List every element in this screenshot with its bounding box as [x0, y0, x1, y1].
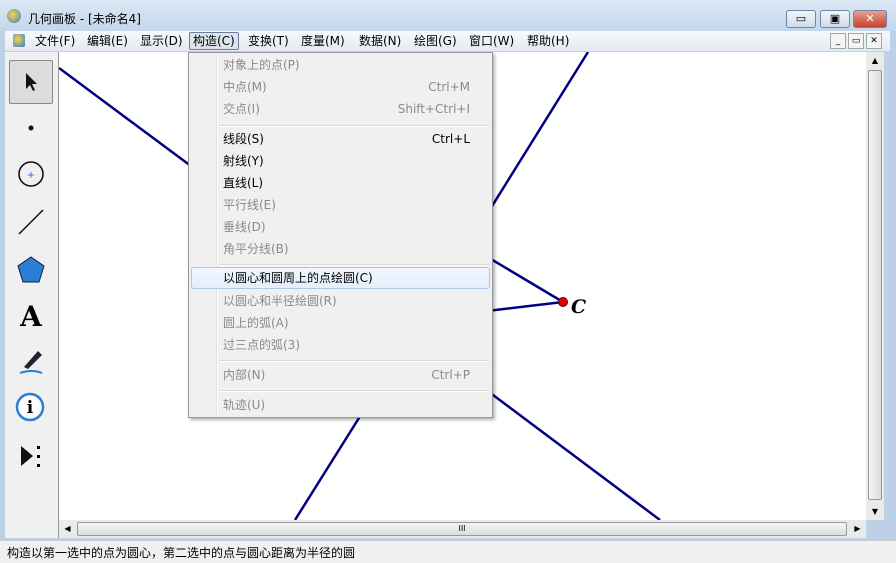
menu-item-arc-on-circle[interactable]: 圆上的弧(A) — [191, 312, 490, 334]
menu-item-perpendicular-line[interactable]: 垂线(D) — [191, 216, 490, 238]
text-tool[interactable]: A — [9, 294, 53, 338]
straightedge-tool[interactable] — [9, 200, 53, 244]
menu-item-parallel-line[interactable]: 平行线(E) — [191, 194, 490, 216]
menu-item-line[interactable]: 直线(L) — [191, 172, 490, 194]
vertical-scroll-thumb[interactable] — [868, 70, 882, 500]
menu-edit[interactable]: 编辑(E) — [84, 32, 131, 50]
menu-item-arc-through-3-points[interactable]: 过三点的弧(3) — [191, 334, 490, 356]
line-2[interactable] — [477, 52, 590, 228]
menu-construct[interactable]: 构造(C) — [189, 32, 239, 50]
close-button[interactable]: ✕ — [853, 10, 887, 28]
line-4[interactable] — [293, 401, 371, 520]
menu-item-interior[interactable]: 内部(N) Ctrl+P — [191, 364, 490, 386]
scroll-down-button[interactable]: ▼ — [866, 503, 884, 520]
scroll-left-button[interactable]: ◀ — [59, 520, 76, 538]
custom-tool[interactable] — [9, 434, 53, 478]
vertical-scrollbar[interactable]: ▲ ▼ — [866, 52, 884, 520]
menu-item-ray[interactable]: 射线(Y) — [191, 150, 490, 172]
menu-transform[interactable]: 变换(T) — [245, 32, 292, 50]
doc-minimize-button[interactable]: _ — [830, 33, 846, 49]
doc-close-button[interactable]: ✕ — [866, 33, 882, 49]
line-3[interactable] — [488, 390, 661, 520]
menu-item-midpoint[interactable]: 中点(M) Ctrl+M — [191, 76, 490, 98]
information-tool[interactable]: i — [9, 386, 53, 430]
arrow-icon — [26, 73, 37, 91]
title-bar: 几何画板 - [未命名4] ▭ ▣ ✕ — [0, 0, 896, 31]
line-1[interactable] — [59, 66, 200, 174]
horizontal-scroll-thumb[interactable]: III — [77, 522, 847, 536]
menu-bar: 文件(F) 编辑(E) 显示(D) 构造(C) 变换(T) 度量(M) 数据(N… — [5, 31, 890, 51]
menu-display[interactable]: 显示(D) — [137, 32, 186, 50]
construct-menu: 对象上的点(P) 中点(M) Ctrl+M 交点(I) Shift+Ctrl+I 线… — [188, 52, 493, 418]
segment-icon — [18, 209, 44, 235]
compass-tool[interactable]: + — [9, 152, 53, 196]
menu-data[interactable]: 数据(N) — [356, 32, 404, 50]
svg-text:i: i — [27, 398, 34, 418]
tool-panel: + A i — [5, 52, 59, 538]
polygon-tool[interactable] — [9, 248, 53, 292]
menu-item-circle-by-center-radius[interactable]: 以圆心和半径绘圆(R) — [191, 290, 490, 312]
scroll-up-button[interactable]: ▲ — [866, 52, 884, 69]
menu-graph[interactable]: 绘图(G) — [411, 32, 460, 50]
doc-restore-button[interactable]: ▭ — [848, 33, 864, 49]
maximize-button[interactable]: ▣ — [820, 10, 850, 28]
menu-item-point-on-object[interactable]: 对象上的点(P) — [191, 54, 490, 76]
info-icon: i — [15, 392, 45, 422]
menu-item-angle-bisector[interactable]: 角平分线(B) — [191, 238, 490, 260]
polygon-icon — [17, 256, 45, 283]
document-icon — [13, 34, 25, 47]
app-icon — [7, 9, 21, 23]
marker-tool[interactable] — [9, 340, 53, 384]
menu-item-intersection[interactable]: 交点(I) Shift+Ctrl+I — [191, 98, 490, 120]
status-bar: 构造以第一选中的点为圆心，第二选中的点与圆心距离为半径的圆 — [0, 540, 896, 563]
text-icon: A — [20, 299, 42, 333]
arrow-tool[interactable] — [9, 60, 53, 104]
horizontal-scrollbar[interactable]: ◀ III ▶ — [59, 520, 866, 538]
svg-text:+: + — [27, 170, 35, 181]
play-custom-icon — [21, 446, 40, 467]
menu-file[interactable]: 文件(F) — [32, 32, 78, 50]
point-tool[interactable] — [9, 106, 53, 150]
menu-item-circle-by-center-point[interactable]: 以圆心和圆周上的点绘圆(C) — [191, 267, 490, 289]
menu-item-segment[interactable]: 线段(S) Ctrl+L — [191, 128, 490, 150]
point-c[interactable] — [558, 297, 568, 307]
circle-icon: + — [18, 161, 44, 187]
menu-help[interactable]: 帮助(H) — [524, 32, 572, 50]
marker-icon — [19, 351, 43, 374]
scroll-right-button[interactable]: ▶ — [849, 520, 866, 538]
menu-measure[interactable]: 度量(M) — [298, 32, 348, 50]
window-title: 几何画板 - [未命名4] — [28, 12, 141, 26]
point-c-label: C — [571, 296, 587, 318]
minimize-button[interactable]: ▭ — [786, 10, 816, 28]
point-icon — [28, 125, 34, 131]
menu-item-locus[interactable]: 轨迹(U) — [191, 394, 490, 416]
menu-window[interactable]: 窗口(W) — [466, 32, 517, 50]
